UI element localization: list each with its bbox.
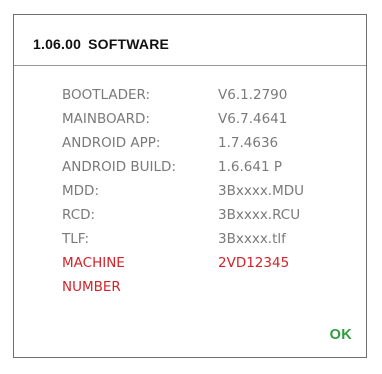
info-label: BOOTLADER:: [62, 87, 151, 103]
info-row-machine-number-cont: NUMBER: [14, 279, 366, 303]
info-label: TLF:: [62, 231, 90, 247]
title-divider: [14, 65, 366, 66]
machine-label-line1: MACHINE: [62, 255, 125, 271]
info-row-android-build: ANDROID BUILD: 1.6.641 P: [14, 159, 366, 183]
info-row-android-app: ANDROID APP: 1.7.4636: [14, 135, 366, 159]
info-label: ANDROID BUILD:: [62, 159, 176, 175]
info-value: 3Bxxxx.tlf: [218, 231, 286, 247]
machine-label-line2: NUMBER: [62, 279, 121, 295]
info-value: V6.1.2790: [218, 87, 288, 103]
info-label: ANDROID APP:: [62, 135, 161, 151]
title-text: SOFTWARE: [88, 36, 170, 52]
info-value: V6.7.4641: [218, 111, 288, 127]
ok-button[interactable]: OK: [330, 327, 352, 343]
info-row-tlf: TLF: 3Bxxxx.tlf: [14, 231, 366, 255]
dialog-title: 1.06.00 SOFTWARE: [33, 36, 169, 52]
info-label: MAINBOARD:: [62, 111, 150, 127]
info-value: 1.7.4636: [218, 135, 279, 151]
info-row-bootloader: BOOTLADER: V6.1.2790: [14, 87, 366, 111]
info-row-mdd: MDD: 3Bxxxx.MDU: [14, 183, 366, 207]
menu-number: 1.06.00: [33, 36, 82, 52]
info-label: RCD:: [62, 207, 96, 223]
info-row-machine-number: MACHINE 2VD12345: [14, 255, 366, 279]
machine-number-value: 2VD12345: [218, 255, 290, 271]
info-value: 3Bxxxx.MDU: [218, 183, 305, 199]
info-value: 1.6.641 P: [218, 159, 282, 175]
info-label: MDD:: [62, 183, 99, 199]
software-info-dialog: 1.06.00 SOFTWARE BOOTLADER: V6.1.2790 MAI…: [13, 14, 367, 358]
info-value: 3Bxxxx.RCU: [218, 207, 301, 223]
info-row-mainboard: MAINBOARD: V6.7.4641: [14, 111, 366, 135]
info-row-rcd: RCD: 3Bxxxx.RCU: [14, 207, 366, 231]
